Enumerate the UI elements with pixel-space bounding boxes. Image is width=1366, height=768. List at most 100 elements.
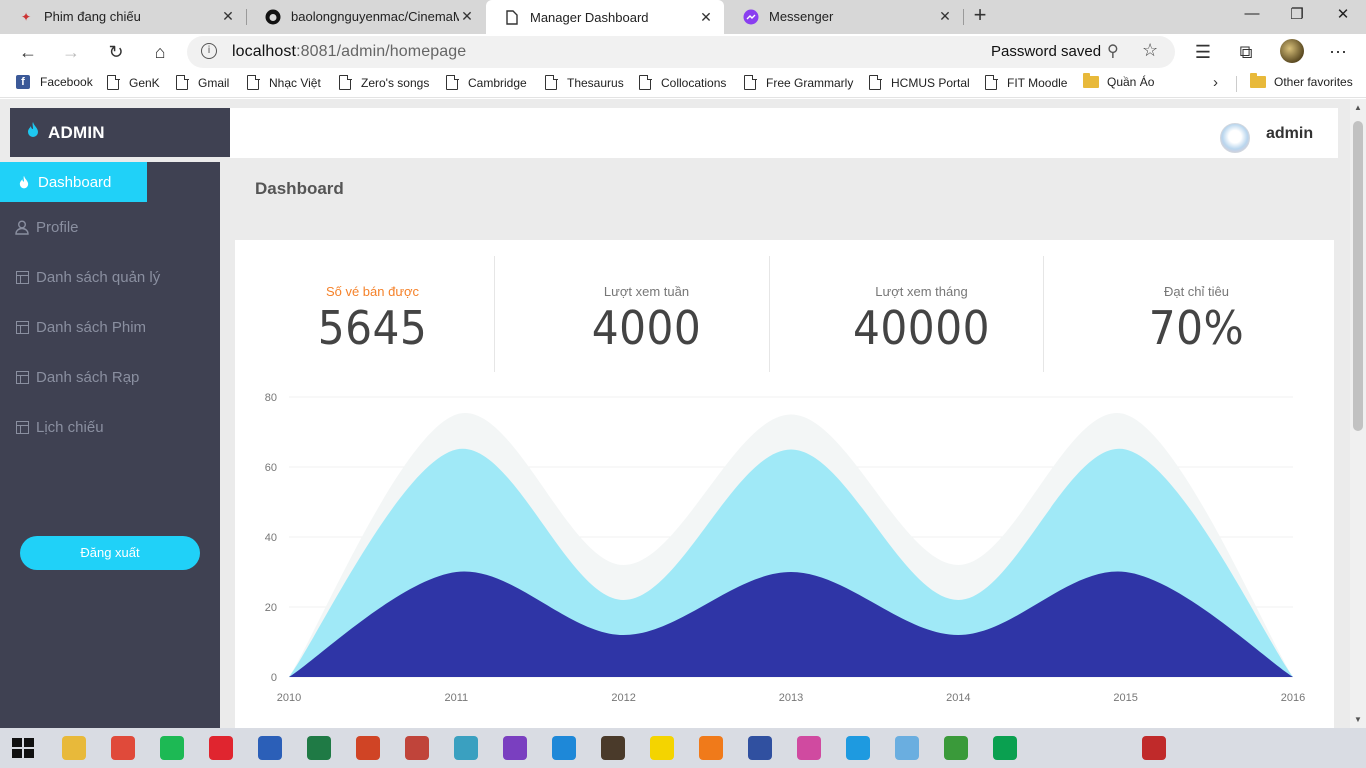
logout-button[interactable]: Đăng xuất bbox=[20, 536, 200, 570]
opera-icon[interactable] bbox=[209, 736, 233, 760]
sidebar-item-danh-sach-phim[interactable]: Danh sách Phim bbox=[0, 307, 146, 347]
facebook-icon: f bbox=[16, 75, 30, 89]
restore-button[interactable]: ❐ bbox=[1287, 5, 1307, 23]
edge-icon[interactable] bbox=[846, 736, 870, 760]
new-tab-button[interactable]: + bbox=[970, 4, 990, 28]
minimize-button[interactable]: — bbox=[1242, 5, 1262, 22]
profile-avatar[interactable] bbox=[1280, 39, 1304, 63]
app-icon[interactable] bbox=[454, 736, 478, 760]
word-icon[interactable] bbox=[258, 736, 282, 760]
address-bar[interactable]: i localhost:8081/admin/homepage Password… bbox=[187, 36, 1175, 68]
browser-tab-4[interactable]: Messenger ✕ bbox=[725, 0, 963, 33]
page-icon bbox=[107, 74, 120, 90]
bookmark-collocations[interactable]: Collocations bbox=[639, 74, 726, 90]
sidebar-item-danh-sach-rap[interactable]: Danh sách Rạp bbox=[0, 357, 139, 397]
back-button[interactable]: ← bbox=[15, 40, 41, 64]
stat-label: Lượt xem tuần bbox=[603, 284, 690, 299]
scroll-up-icon[interactable]: ▲ bbox=[1354, 103, 1362, 112]
spotify-icon[interactable] bbox=[160, 736, 184, 760]
info-icon[interactable]: i bbox=[201, 43, 217, 59]
sidebar-item-dashboard[interactable]: Dashboard bbox=[0, 162, 147, 202]
scroll-thumb[interactable] bbox=[1353, 121, 1363, 431]
chevron-right-icon[interactable]: › bbox=[1213, 74, 1218, 91]
bookmark-facebook[interactable]: f Facebook bbox=[16, 75, 93, 89]
bookmark-fit-moodle[interactable]: FIT Moodle bbox=[985, 74, 1067, 90]
y-tick-label: 80 bbox=[265, 392, 277, 404]
bookmark-label: Cambridge bbox=[468, 75, 527, 90]
bookmark-nhac-viet[interactable]: Nhạc Việt bbox=[247, 74, 321, 90]
visual-studio-icon[interactable] bbox=[503, 736, 527, 760]
stat-value: 5645 bbox=[317, 301, 428, 355]
close-icon[interactable]: ✕ bbox=[220, 8, 236, 25]
more-menu-icon[interactable]: ⋯ bbox=[1325, 40, 1351, 64]
bookmark-hcmus-portal[interactable]: HCMUS Portal bbox=[869, 74, 970, 90]
tab-divider bbox=[963, 9, 964, 25]
stat-value: 70% bbox=[1148, 301, 1245, 355]
close-window-button[interactable]: ✕ bbox=[1333, 5, 1353, 23]
sticky-notes-icon[interactable] bbox=[650, 736, 674, 760]
close-icon[interactable]: ✕ bbox=[698, 9, 714, 26]
vscode-icon[interactable] bbox=[552, 736, 576, 760]
file-explorer-icon[interactable] bbox=[62, 736, 86, 760]
password-saved-label[interactable]: Password saved bbox=[991, 43, 1101, 60]
favorites-icon[interactable]: ☰ bbox=[1190, 40, 1216, 64]
table-icon bbox=[14, 319, 30, 335]
app-icon[interactable] bbox=[405, 736, 429, 760]
close-icon[interactable]: ✕ bbox=[459, 8, 475, 25]
scroll-down-icon[interactable]: ▼ bbox=[1354, 715, 1362, 724]
paint-icon[interactable] bbox=[895, 736, 919, 760]
bookmark-other-favorites[interactable]: Other favorites bbox=[1250, 73, 1353, 89]
page-scrollbar[interactable]: ▲ ▼ bbox=[1350, 99, 1366, 728]
excel-icon[interactable] bbox=[307, 736, 331, 760]
bookmark-label: GenK bbox=[129, 75, 160, 90]
bookmark-genk[interactable]: GenK bbox=[107, 74, 160, 90]
x-tick-label: 2013 bbox=[779, 692, 803, 704]
sidebar-item-label: Danh sách Phim bbox=[36, 318, 147, 336]
page-icon bbox=[545, 74, 558, 90]
bookmark-label: Gmail bbox=[198, 75, 230, 90]
avatar[interactable] bbox=[1220, 123, 1250, 153]
key-icon[interactable]: ⚲ bbox=[1107, 41, 1119, 61]
favorite-star-icon[interactable]: ☆ bbox=[1142, 40, 1158, 61]
url-text[interactable]: localhost:8081/admin/homepage bbox=[232, 43, 466, 61]
powerpoint-icon[interactable] bbox=[356, 736, 380, 760]
browser-tab-3[interactable]: Manager Dashboard ✕ bbox=[486, 0, 724, 34]
x-tick-label: 2010 bbox=[277, 692, 301, 704]
app-icon[interactable] bbox=[993, 736, 1017, 760]
refresh-button[interactable]: ↻ bbox=[103, 40, 129, 64]
sidebar-item-profile[interactable]: Profile bbox=[0, 207, 79, 247]
user-name[interactable]: admin bbox=[1266, 125, 1313, 143]
bookmark-free-grammarly[interactable]: Free Grammarly bbox=[744, 74, 853, 90]
home-button[interactable]: ⌂ bbox=[147, 40, 173, 64]
page-icon bbox=[869, 74, 882, 90]
windows-start-icon[interactable] bbox=[12, 738, 34, 758]
sidebar-item-lich-chieu[interactable]: Lịch chiếu bbox=[0, 407, 104, 447]
app-icon[interactable] bbox=[748, 736, 772, 760]
sidebar-item-danh-sach-quan-ly[interactable]: Danh sách quản lý bbox=[0, 257, 160, 297]
x-tick-label: 2012 bbox=[611, 692, 635, 704]
page-icon bbox=[504, 9, 520, 25]
browser-tab-1[interactable]: ✦ Phim đang chiếu ✕ bbox=[0, 0, 246, 33]
bookmark-cambridge[interactable]: Cambridge bbox=[446, 74, 527, 90]
browser-tab-2[interactable]: baolongnguyenmac/CinemaMan ✕ bbox=[247, 0, 485, 33]
bookmark-thesaurus[interactable]: Thesaurus bbox=[545, 74, 624, 90]
close-icon[interactable]: ✕ bbox=[937, 8, 953, 25]
collections-icon[interactable]: ⧉ bbox=[1233, 40, 1259, 64]
chrome-icon[interactable] bbox=[111, 736, 135, 760]
page-icon bbox=[446, 74, 459, 90]
bookmark-zeros-songs[interactable]: Zero's songs bbox=[339, 74, 429, 90]
app-icon[interactable] bbox=[1142, 736, 1166, 760]
page-icon bbox=[639, 74, 652, 90]
app-icon[interactable] bbox=[699, 736, 723, 760]
bookmark-quan-ao[interactable]: Quần Áo bbox=[1083, 73, 1154, 89]
app-icon[interactable] bbox=[944, 736, 968, 760]
forward-button[interactable]: → bbox=[58, 40, 84, 64]
app-icon[interactable] bbox=[601, 736, 625, 760]
app-icon[interactable] bbox=[797, 736, 821, 760]
sidebar-item-label: Dashboard bbox=[38, 173, 112, 191]
stat-tickets-sold: Số vé bán được 5645 bbox=[275, 256, 470, 372]
tab-label: Messenger bbox=[769, 9, 834, 24]
bookmark-gmail[interactable]: Gmail bbox=[176, 74, 230, 90]
brand-logo[interactable]: ADMIN bbox=[10, 108, 230, 157]
bookmark-label: Nhạc Việt bbox=[269, 75, 321, 90]
